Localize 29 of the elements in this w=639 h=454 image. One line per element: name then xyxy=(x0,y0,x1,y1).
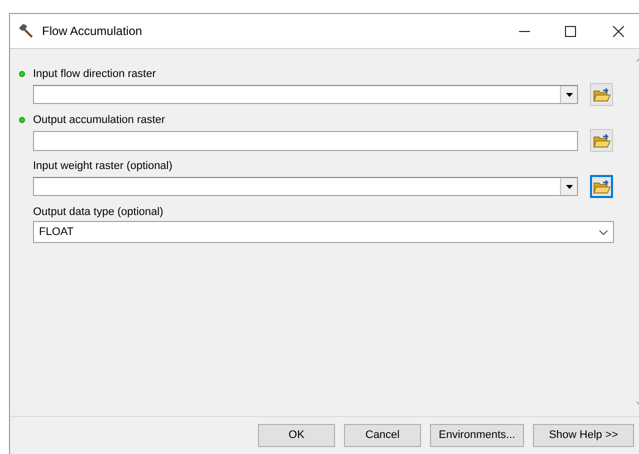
text-field[interactable] xyxy=(33,130,578,150)
close-icon xyxy=(612,26,624,36)
dialog-button[interactable]: Cancel xyxy=(344,424,421,447)
maximize-icon xyxy=(564,26,576,36)
parameter-label: Output accumulation raster xyxy=(33,112,166,128)
browse-button[interactable] xyxy=(590,83,613,106)
dialog-button[interactable]: Environments... xyxy=(430,424,524,447)
browse-button[interactable] xyxy=(590,129,613,152)
dialog-button[interactable]: OK xyxy=(258,424,335,447)
dropdown-button[interactable] xyxy=(560,178,577,195)
folder-icon xyxy=(592,132,610,148)
parameter-label: Input weight raster (optional) xyxy=(33,158,172,174)
browse-button[interactable] xyxy=(590,175,613,198)
select-field[interactable]: FLOAT xyxy=(33,221,614,243)
dropdown-button[interactable] xyxy=(560,86,577,103)
hammer-icon xyxy=(18,23,34,39)
combo-box[interactable] xyxy=(33,177,578,196)
window-title: Flow Accumulation xyxy=(42,23,142,40)
select-value: FLOAT xyxy=(39,224,74,240)
parameter-label: Input flow direction raster xyxy=(33,66,156,82)
caret-icon xyxy=(566,92,572,96)
combo-box[interactable] xyxy=(33,85,578,104)
chevron-icon xyxy=(599,230,608,234)
caret-icon xyxy=(566,184,572,188)
minimize-icon xyxy=(518,30,530,32)
parameter-label: Output data type (optional) xyxy=(33,204,164,220)
dialog-button[interactable]: Show Help >> xyxy=(533,424,634,447)
folder-icon xyxy=(592,86,610,102)
folder-icon xyxy=(592,178,610,194)
